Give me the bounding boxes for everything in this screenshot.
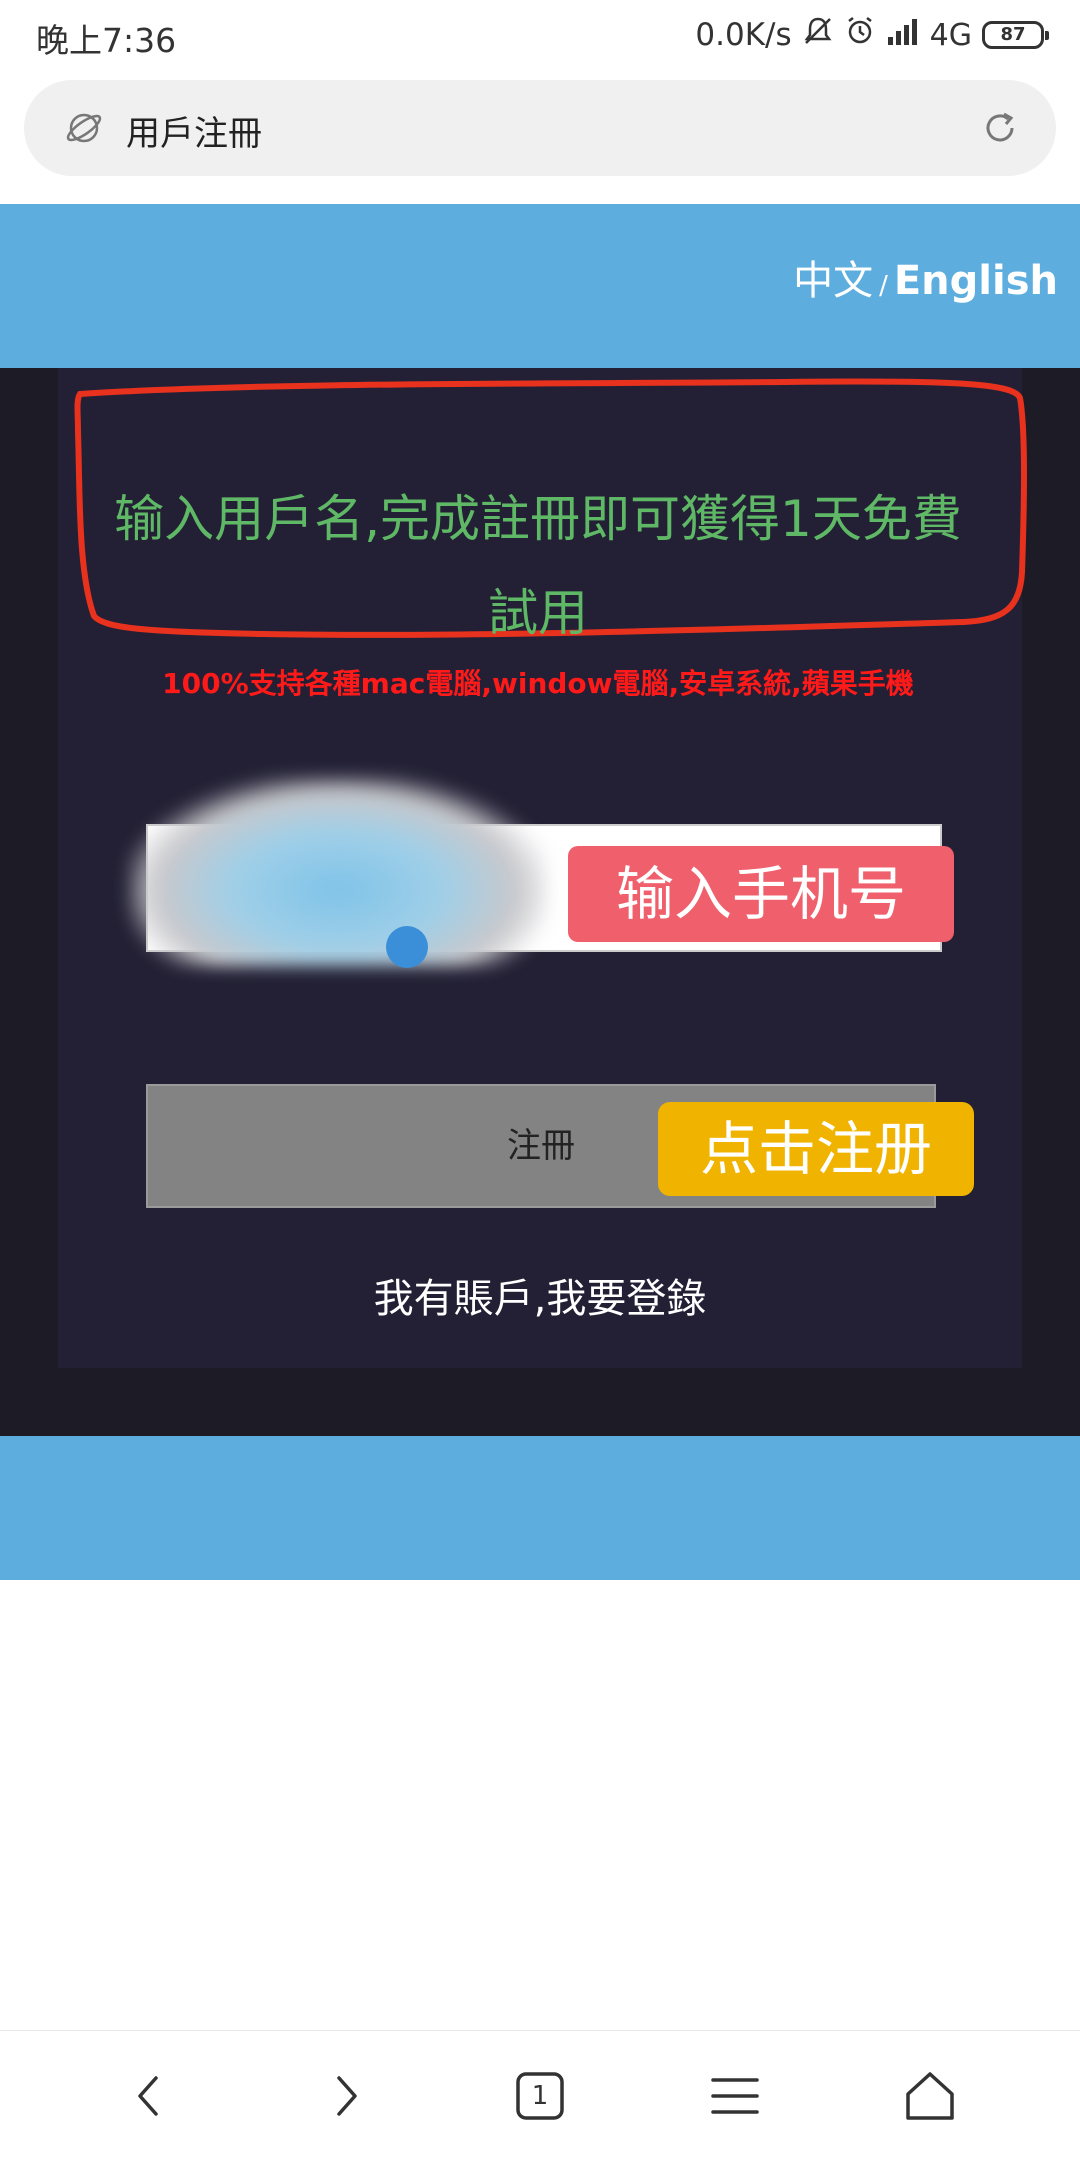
language-switch: 中文 / English	[793, 248, 1058, 306]
status-icons: 0.0K/s 4G 87	[695, 14, 1049, 56]
menu-button[interactable]	[700, 2061, 770, 2131]
network-type: 4G	[929, 17, 972, 53]
tabs-button[interactable]: 1	[505, 2061, 575, 2131]
phone-annotation-label: 输入手机号	[568, 846, 954, 942]
network-speed: 0.0K/s	[695, 17, 792, 53]
signal-icon	[886, 16, 920, 55]
register-annotation-label: 点击注册	[658, 1102, 974, 1196]
lang-separator: /	[879, 271, 888, 301]
lang-english-link[interactable]: English	[894, 258, 1058, 304]
redaction-blur	[128, 776, 548, 966]
chevron-right-icon	[337, 2076, 357, 2116]
chevron-left-icon	[138, 2076, 158, 2116]
register-card: 输入用戶名,完成註冊即可獲得1天免費試用 100%支持各種mac電腦,windo…	[58, 368, 1027, 1368]
home-button[interactable]	[895, 2061, 965, 2131]
alarm-icon	[844, 15, 876, 55]
address-bar[interactable]: 用戶注冊	[24, 80, 1056, 176]
page-body: 输入用戶名,完成註冊即可獲得1天免費試用 100%支持各種mac電腦,windo…	[0, 368, 1080, 1436]
battery-level: 87	[1000, 24, 1026, 45]
status-time: 晚上7:36	[36, 21, 177, 60]
tab-count: 1	[531, 2081, 549, 2111]
mute-icon	[802, 15, 834, 55]
support-text: 100%支持各種mac電腦,window電腦,安卓系統,蘋果手機	[162, 667, 914, 700]
promo-text: 输入用戶名,完成註冊即可獲得1天免費試用	[114, 490, 962, 642]
page-footer	[0, 1436, 1080, 1580]
status-bar: 晚上7:36 0.0K/s 4G 87	[0, 0, 1080, 70]
reload-icon[interactable]	[978, 106, 1022, 150]
menu-icon	[711, 2078, 759, 2114]
back-button[interactable]	[115, 2061, 185, 2131]
page-header: 中文 / English	[0, 204, 1080, 368]
home-icon	[906, 2072, 954, 2120]
address-title: 用戶注冊	[126, 114, 262, 154]
lang-chinese-link[interactable]: 中文	[793, 248, 873, 306]
browser-bottom-nav: 1	[0, 2030, 1080, 2160]
forward-button[interactable]	[310, 2061, 380, 2131]
battery-icon: 87	[982, 21, 1049, 49]
planet-icon	[64, 108, 104, 148]
login-link[interactable]: 我有賬戶,我要登錄	[58, 1266, 1022, 1324]
text-cursor-handle[interactable]	[386, 926, 428, 968]
